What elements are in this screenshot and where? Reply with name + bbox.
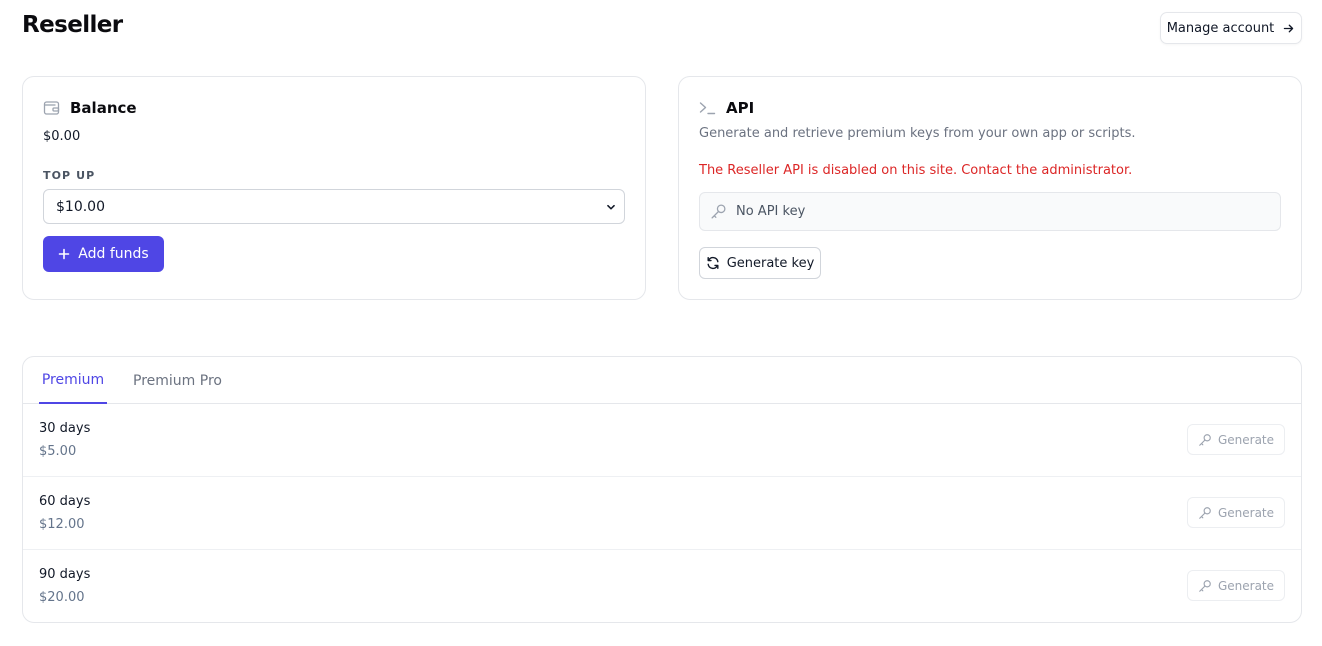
plan-duration: 60 days <box>39 494 91 509</box>
generate-key-label: Generate key <box>726 255 815 271</box>
generate-label: Generate <box>1217 578 1275 593</box>
plan-duration: 90 days <box>39 567 91 582</box>
generate-button[interactable]: Generate <box>1187 570 1285 601</box>
api-key-field[interactable]: No API key <box>699 192 1281 231</box>
generate-label: Generate <box>1217 505 1275 520</box>
balance-header: Balance <box>43 99 137 117</box>
add-funds-label: Add funds <box>78 246 149 262</box>
key-icon <box>1198 433 1212 447</box>
key-icon <box>1198 579 1212 593</box>
generate-label: Generate <box>1217 432 1275 447</box>
plan-row: 30 days $5.00 Generate <box>23 404 1301 477</box>
api-key-placeholder: No API key <box>736 204 806 219</box>
manage-account-button[interactable]: Manage account <box>1160 12 1302 44</box>
manage-account-label: Manage account <box>1166 20 1275 36</box>
key-icon <box>1198 506 1212 520</box>
arrow-right-icon <box>1282 22 1295 35</box>
topup-amount-select[interactable]: $10.00 <box>43 189 625 224</box>
tab-premium-pro[interactable]: Premium Pro <box>133 357 222 404</box>
plus-icon <box>58 248 70 260</box>
refresh-icon <box>706 256 720 270</box>
add-funds-button[interactable]: Add funds <box>43 236 164 272</box>
api-disabled-warning: The Reseller API is disabled on this sit… <box>699 163 1133 178</box>
topup-selected-value: $10.00 <box>56 198 105 215</box>
key-icon <box>710 203 727 220</box>
generate-button[interactable]: Generate <box>1187 497 1285 528</box>
plan-price: $5.00 <box>39 444 77 459</box>
plan-row: 60 days $12.00 Generate <box>23 477 1301 550</box>
chevron-down-icon <box>604 200 618 214</box>
balance-title: Balance <box>70 99 137 117</box>
generate-key-button[interactable]: Generate key <box>699 247 821 279</box>
topup-label: TOP UP <box>43 169 96 182</box>
wallet-icon <box>43 100 60 116</box>
balance-amount: $0.00 <box>43 129 81 144</box>
plan-row: 90 days $20.00 Generate <box>23 550 1301 622</box>
page-title: Reseller <box>22 12 123 38</box>
balance-card: Balance $0.00 TOP UP $10.00 Add funds <box>22 76 646 300</box>
plan-price: $20.00 <box>39 590 85 605</box>
terminal-icon <box>699 101 716 115</box>
plan-price: $12.00 <box>39 517 85 532</box>
plan-tabs: Premium Premium Pro <box>23 357 1301 404</box>
api-title: API <box>726 99 755 117</box>
plan-duration: 30 days <box>39 421 91 436</box>
api-description: Generate and retrieve premium keys from … <box>699 126 1136 141</box>
api-header: API <box>699 99 754 117</box>
plans-card: Premium Premium Pro 30 days $5.00 Genera… <box>22 356 1302 623</box>
tab-premium[interactable]: Premium <box>39 357 107 404</box>
generate-button[interactable]: Generate <box>1187 424 1285 455</box>
api-card: API Generate and retrieve premium keys f… <box>678 76 1302 300</box>
